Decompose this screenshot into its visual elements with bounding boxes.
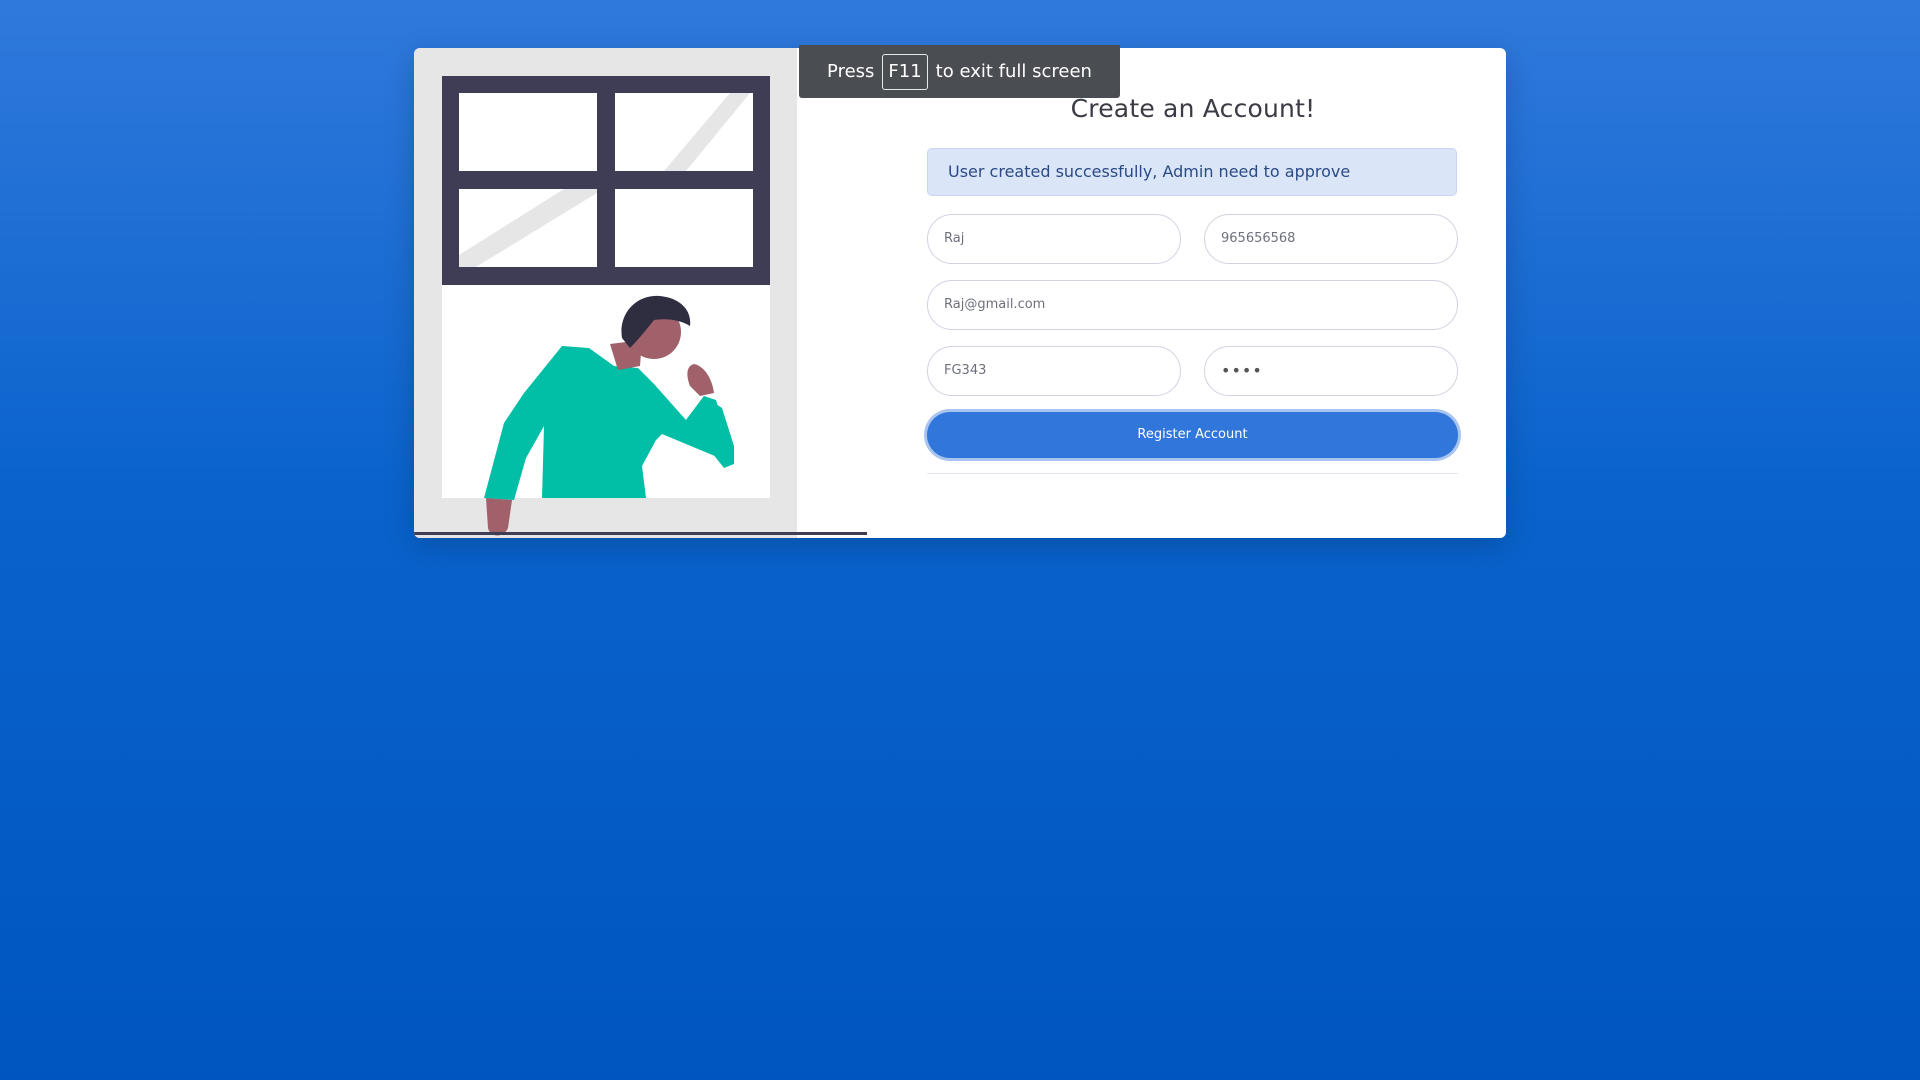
success-alert: User created successfully, Admin need to… [927, 148, 1457, 196]
form-divider [927, 473, 1458, 474]
email-input[interactable]: Raj@gmail.com [927, 280, 1458, 330]
fullscreen-notice-press: Press [827, 61, 875, 82]
f11-key: F11 [882, 53, 928, 90]
phone-input[interactable]: 965656568 [1204, 214, 1458, 264]
password-input[interactable]: •••• [1204, 346, 1458, 396]
person-at-window-illustration [442, 76, 797, 538]
register-account-button[interactable]: Register Account [927, 412, 1458, 458]
fullscreen-notice: Press F11 to exit full screen [799, 45, 1120, 98]
illustration-panel [414, 48, 867, 538]
register-card: Create an Account! User created successf… [414, 48, 1506, 538]
wall-strip [770, 76, 797, 538]
window-pane [615, 189, 753, 267]
window-pane [459, 93, 597, 171]
registration-form: Create an Account! User created successf… [927, 48, 1459, 538]
first-name-input[interactable]: Raj [927, 214, 1181, 264]
code-input[interactable]: FG343 [927, 346, 1181, 396]
divider-line [414, 532, 867, 535]
page-title: Create an Account! [1070, 94, 1316, 123]
fullscreen-notice-suffix: to exit full screen [935, 61, 1092, 82]
